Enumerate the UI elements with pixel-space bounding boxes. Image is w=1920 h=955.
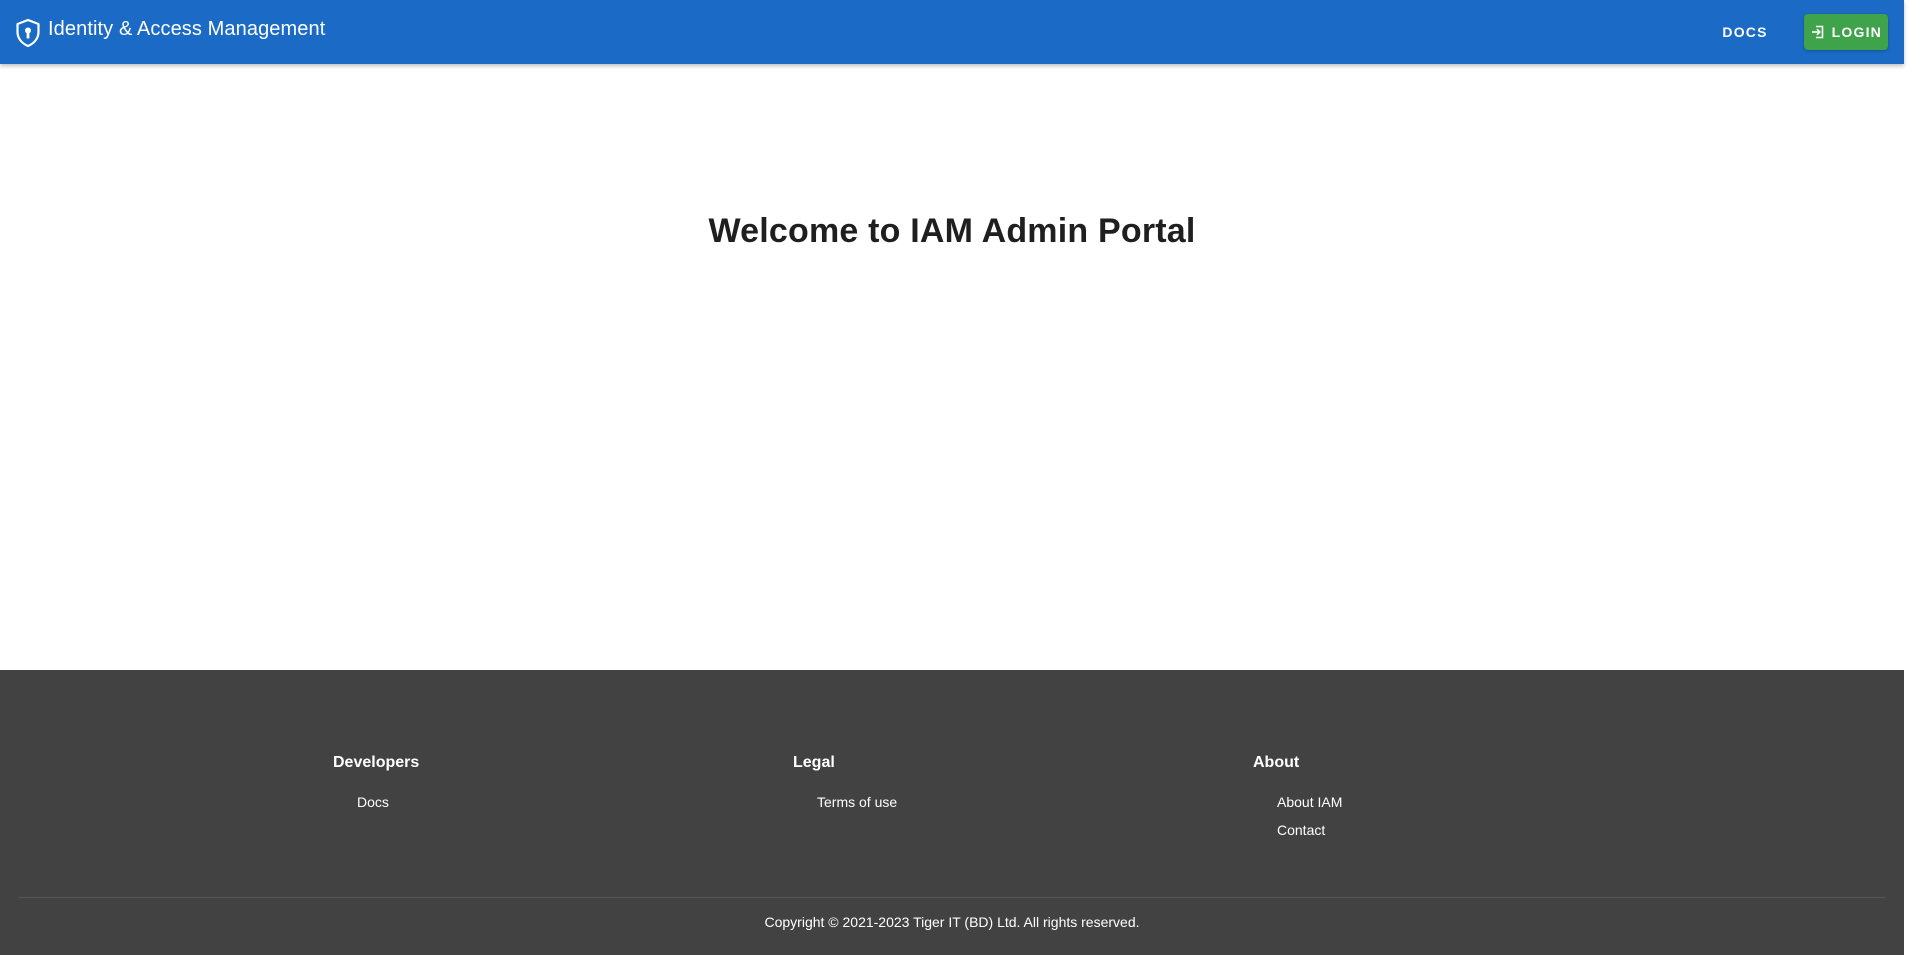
footer-links-about: About IAM Contact	[1253, 788, 1342, 844]
shield-keyhole-icon	[14, 17, 42, 49]
footer-links-developers: Docs	[333, 788, 419, 816]
footer-column-about: About About IAM Contact	[1253, 754, 1342, 844]
footer-link-docs[interactable]: Docs	[357, 788, 419, 816]
footer-link-terms[interactable]: Terms of use	[817, 788, 897, 816]
footer-heading-about: About	[1253, 754, 1300, 771]
scrollbar-gutter	[1904, 0, 1920, 955]
footer: Developers Docs Legal Terms of use About…	[0, 670, 1904, 955]
footer-heading-legal: Legal	[793, 754, 835, 771]
top-app-bar: Identity & Access Management DOCS LOGIN	[0, 0, 1904, 64]
app-root: Identity & Access Management DOCS LOGIN …	[0, 0, 1904, 955]
footer-column-developers: Developers Docs	[333, 754, 419, 816]
brand[interactable]: Identity & Access Management	[14, 0, 325, 64]
app-title: Identity & Access Management	[48, 17, 326, 40]
footer-heading-developers: Developers	[333, 754, 420, 771]
docs-button[interactable]: DOCS	[1704, 14, 1785, 50]
footer-link-contact[interactable]: Contact	[1277, 816, 1342, 844]
footer-column-legal: Legal Terms of use	[793, 754, 897, 816]
login-button[interactable]: LOGIN	[1803, 14, 1888, 50]
welcome-heading: Welcome to IAM Admin Portal	[708, 212, 1196, 250]
footer-columns: Developers Docs Legal Terms of use About…	[0, 754, 1904, 864]
login-label: LOGIN	[1831, 24, 1882, 40]
footer-links-legal: Terms of use	[793, 788, 897, 816]
copyright-text: Copyright © 2021-2023 Tiger IT (BD) Ltd.…	[764, 914, 1140, 930]
footer-link-about-iam[interactable]: About IAM	[1277, 788, 1342, 816]
footer-divider	[18, 897, 1886, 898]
top-actions: DOCS LOGIN	[1704, 14, 1888, 50]
main-content: Welcome to IAM Admin Portal	[0, 64, 1904, 670]
login-icon	[1810, 24, 1826, 40]
